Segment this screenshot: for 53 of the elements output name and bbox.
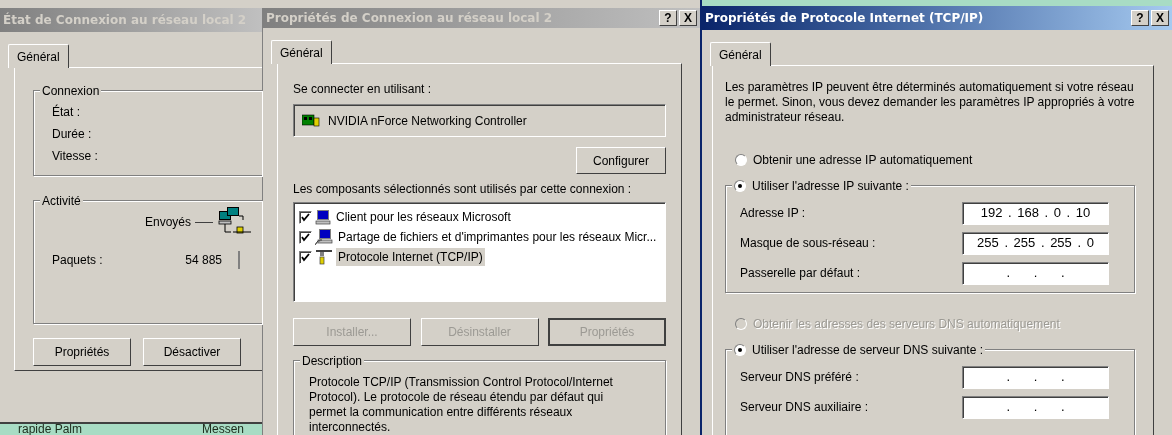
description-text: Protocole TCP/IP (Transmission Control Protocol/Internet Protocol). Le protocole de réseau étendu par défaut qui permet la communication entre différents réseaux interconnectés. — [309, 375, 614, 435]
help-button[interactable]: ? — [1131, 10, 1149, 26]
taskbar-item[interactable]: rapide Palm — [18, 424, 83, 435]
radio-label: Utiliser l'adresse IP suivante : — [752, 178, 909, 195]
sent-label: Envoyés — [145, 214, 192, 231]
checkbox[interactable] — [299, 210, 312, 224]
ip-address-field[interactable]: . . . — [962, 261, 1109, 285]
shared-computer-icon — [315, 228, 333, 246]
adapter-name: NVIDIA nForce Networking Controller — [328, 112, 527, 130]
radio-button[interactable] — [734, 344, 746, 356]
properties-button[interactable]: Propriétés — [33, 338, 131, 366]
radio-button[interactable] — [734, 180, 746, 192]
network-plug-icon — [315, 249, 333, 265]
ip-address-field[interactable]: 192 . 168 . 0 . 10 — [962, 201, 1109, 225]
window-title: Propriétés de Protocole Internet (TCP/IP) — [705, 10, 985, 27]
info-label: Vitesse : — [52, 148, 99, 163]
taskbar-item[interactable]: Messen — [201, 424, 244, 435]
component-item[interactable]: Client pour les réseaux Microsoft — [334, 208, 513, 226]
field-label: Adresse IP : — [740, 205, 807, 222]
close-button[interactable]: X — [679, 10, 697, 26]
field-label: Passerelle par défaut : — [740, 265, 862, 282]
component-item[interactable]: Partage de fichiers et d'imprimantes pour les réseaux Micr... — [336, 228, 659, 246]
ip-address-field[interactable]: . . . — [962, 365, 1109, 389]
field-label: Serveur DNS auxiliaire : — [740, 399, 870, 416]
ip-address-field[interactable]: 255 . 255 . 255 . 0 — [962, 231, 1109, 255]
packets-label: Paquets : — [52, 252, 104, 269]
field-label: Masque de sous-réseau : — [740, 235, 877, 252]
radio-label: Obtenir une adresse IP automatiquement — [753, 152, 973, 169]
network-card-icon — [302, 113, 320, 128]
help-button[interactable]: ? — [659, 10, 677, 26]
group-label: Description — [302, 353, 363, 370]
packets-sent-count: 54 885 — [184, 252, 222, 269]
computer-icon — [315, 209, 331, 225]
info-label: Durée : — [52, 126, 93, 141]
intro-text: Les paramètres IP peuvent être déterminés automatiquement si votre réseau le permet. Sinon, vous devez demander les paramètres IP appropriés à votre administrateur réseau. — [725, 80, 1135, 125]
group-label: Activité — [42, 193, 81, 210]
info-label: État : — [52, 103, 81, 119]
tab[interactable]: Général — [710, 42, 771, 66]
radio-label: Obtenir les adresses des serveurs DNS automatiquement — [753, 316, 1060, 333]
connect-using-label: Se connecter en utilisant : — [293, 81, 433, 98]
tab[interactable]: Général — [271, 40, 332, 64]
tab[interactable]: Général — [8, 44, 69, 68]
ip-address-field[interactable]: . . . — [962, 395, 1109, 419]
component-item[interactable]: Protocole Internet (TCP/IP) — [336, 248, 485, 266]
disable-button[interactable]: Désactiver — [143, 338, 241, 366]
field-label: Serveur DNS préféré : — [740, 369, 860, 386]
group-label: Connexion — [42, 83, 100, 100]
radio-button[interactable] — [735, 154, 747, 166]
checkbox[interactable] — [299, 230, 312, 244]
radio-label: Utiliser l'adresse de serveur DNS suivante : — [752, 342, 984, 359]
close-button[interactable]: X — [1151, 10, 1169, 26]
components-label: Les composants sélectionnés sont utilisés par cette connexion : — [293, 181, 633, 198]
configure-button[interactable]: Configurer — [576, 147, 666, 174]
